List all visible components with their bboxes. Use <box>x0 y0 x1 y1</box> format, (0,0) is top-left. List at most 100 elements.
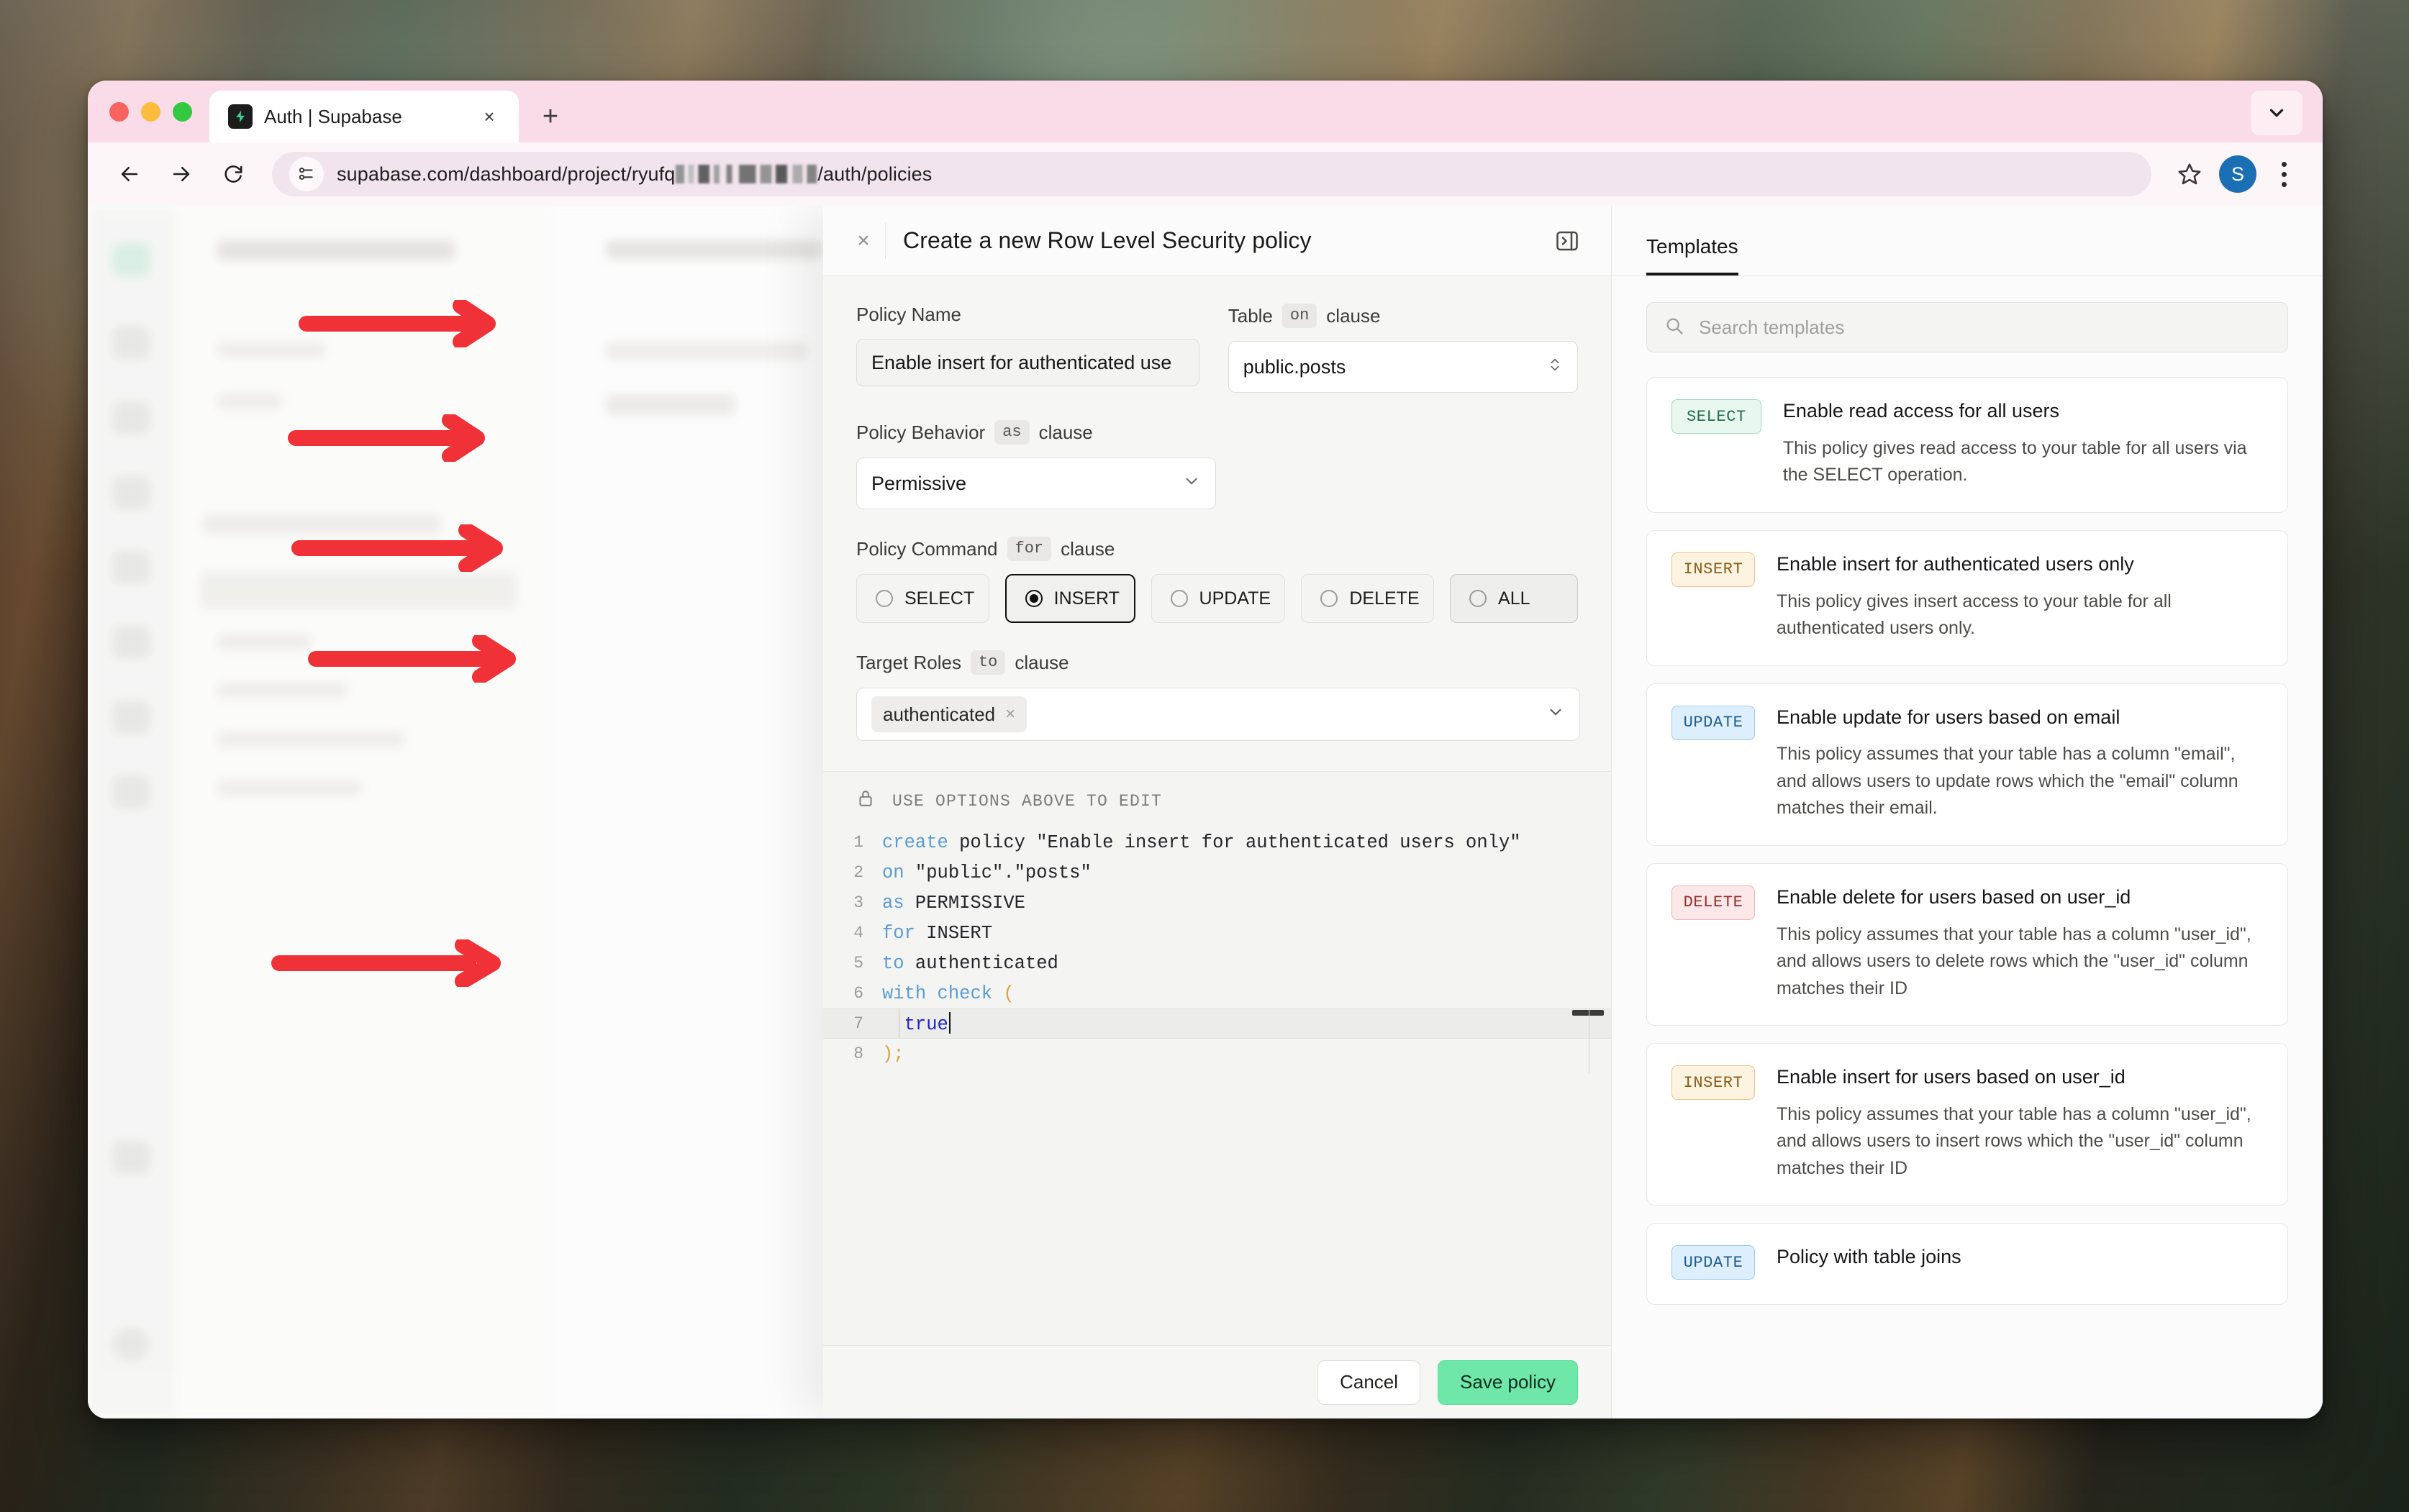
text-caret <box>948 1012 951 1034</box>
editor-banner-text: USE OPTIONS ABOVE TO EDIT <box>892 791 1163 811</box>
template-badge: SELECT <box>1671 399 1761 434</box>
window-traffic-lights <box>88 81 207 142</box>
table-field: Table on clause public.posts <box>1228 304 1578 393</box>
role-chip: authenticated × <box>871 696 1027 732</box>
code-line[interactable]: 5 to authenticated <box>823 948 1611 978</box>
policy-behavior-select[interactable]: Permissive <box>856 457 1216 509</box>
editor-scrollbar-thumb[interactable] <box>1572 1010 1604 1016</box>
arrow-target-roles <box>306 635 525 683</box>
table-select-value: public.posts <box>1243 355 1346 378</box>
policy-command-label: Policy Command <box>856 537 998 560</box>
rls-policy-overlay: × Create a new Row Level Security policy… <box>823 206 2323 1418</box>
code-line-text: on "public"."posts" <box>882 862 1092 883</box>
code-line[interactable]: 6 with check ( <box>823 978 1611 1008</box>
forward-button[interactable] <box>158 151 204 197</box>
template-card-description: This policy assumes that your table has … <box>1777 924 2251 998</box>
code-line-number: 3 <box>853 893 863 912</box>
tab-templates[interactable]: Templates <box>1646 235 1738 275</box>
sql-code-area[interactable]: 1 create policy "Enable insert for authen… <box>823 827 1611 1345</box>
close-tab-icon[interactable]: × <box>476 103 503 130</box>
template-badge: DELETE <box>1671 885 1755 920</box>
arrow-code-line-7 <box>269 939 510 987</box>
policy-command-options: SELECT INSERT UPDATE DELETE ALL <box>856 574 1579 623</box>
reload-button[interactable] <box>210 151 256 197</box>
code-line[interactable]: 4 for INSERT <box>823 918 1611 948</box>
dialog-title: Create a new Row Level Security policy <box>903 227 1312 253</box>
code-line-text: ); <box>882 1043 904 1065</box>
search-templates-input[interactable]: Search templates <box>1646 302 2288 352</box>
address-bar[interactable]: supabase.com/dashboard/project/ryufq /au… <box>272 152 2151 196</box>
template-card[interactable]: UPDATE Policy with table joins <box>1646 1223 2288 1305</box>
template-card[interactable]: UPDATE Enable update for users based on e… <box>1646 683 2288 846</box>
policy-name-input[interactable]: Enable insert for authenticated use <box>856 339 1199 386</box>
url-suffix: /auth/policies <box>817 163 933 185</box>
maximize-window-button[interactable] <box>173 101 192 122</box>
command-option-delete[interactable]: DELETE <box>1301 574 1435 623</box>
close-window-button[interactable] <box>109 101 129 122</box>
back-button[interactable] <box>106 151 153 197</box>
command-option-insert[interactable]: INSERT <box>1004 574 1135 623</box>
browser-menu-icon[interactable] <box>2264 152 2304 196</box>
policy-form-body: Policy Name Enable insert for authentica… <box>823 276 1611 1418</box>
table-clause-word: clause <box>1326 304 1381 327</box>
cancel-button[interactable]: Cancel <box>1317 1360 1421 1405</box>
save-policy-button[interactable]: Save policy <box>1438 1360 1578 1405</box>
sql-editor: USE OPTIONS ABOVE TO EDIT 1 create policy… <box>823 771 1611 1345</box>
code-line[interactable]: 7 true <box>823 1008 1611 1073</box>
code-line-text: create policy "Enable insert for authent… <box>882 832 1521 853</box>
name-and-table-row: Policy Name Enable insert for authentica… <box>856 304 1578 393</box>
tab-search-chevron-icon[interactable] <box>2251 91 2303 135</box>
code-line[interactable]: 3 as PERMISSIVE <box>823 888 1611 918</box>
template-badge: INSERT <box>1671 1065 1755 1100</box>
site-settings-icon[interactable] <box>289 157 324 191</box>
template-card[interactable]: INSERT Enable insert for authenticated us… <box>1646 529 2288 666</box>
address-bar-url: supabase.com/dashboard/project/ryufq /au… <box>337 163 932 186</box>
template-card-body: Enable insert for authenticated users on… <box>1777 552 2263 642</box>
dialog-header: × Create a new Row Level Security policy <box>823 206 1611 276</box>
template-card-body: Enable read access for all users This pol… <box>1783 399 2263 489</box>
command-option-select[interactable]: SELECT <box>856 574 989 623</box>
command-option-label: UPDATE <box>1199 588 1271 609</box>
code-line[interactable]: 1 create policy "Enable insert for authen… <box>823 827 1611 857</box>
target-roles-select[interactable]: authenticated × <box>856 688 1580 741</box>
template-card[interactable]: DELETE Enable delete for users based on u… <box>1646 862 2288 1026</box>
browser-toolbar: supabase.com/dashboard/project/ryufq /au… <box>88 142 2323 206</box>
new-tab-button[interactable]: + <box>529 95 572 138</box>
profile-avatar[interactable]: S <box>2219 155 2256 193</box>
minimize-window-button[interactable] <box>141 101 160 122</box>
role-chip-label: authenticated <box>883 703 996 725</box>
table-label: Table <box>1228 304 1273 327</box>
chevron-down-icon <box>1546 703 1565 727</box>
templates-body: Search templates SELECT Enable read acces… <box>1612 276 2323 1418</box>
roles-keyword-chip: to <box>970 650 1006 675</box>
close-dialog-icon[interactable]: × <box>845 229 882 253</box>
page-content: × Create a new Row Level Security policy… <box>88 206 2323 1418</box>
policy-behavior-section: Policy Behavior as clause Permissive <box>856 420 1578 509</box>
code-line[interactable]: 8); <box>823 1039 1611 1069</box>
remove-role-icon[interactable]: × <box>1005 704 1015 724</box>
radio-icon <box>1025 590 1043 607</box>
template-badge: UPDATE <box>1671 1245 1755 1280</box>
command-option-all[interactable]: ALL <box>1450 574 1579 623</box>
policy-behavior-value: Permissive <box>871 472 967 494</box>
template-badge: INSERT <box>1671 552 1755 587</box>
command-option-label: INSERT <box>1053 588 1120 609</box>
collapse-panel-icon[interactable] <box>1551 224 1584 258</box>
templates-list: SELECT Enable read access for all users Th… <box>1646 377 2288 1305</box>
template-card-description: This policy gives read access to your ta… <box>1782 437 2247 486</box>
command-option-update[interactable]: UPDATE <box>1151 574 1286 623</box>
template-card[interactable]: SELECT Enable read access for all users Th… <box>1646 377 2288 513</box>
browser-tab[interactable]: Auth | Supabase × <box>209 91 519 142</box>
table-select[interactable]: public.posts <box>1228 341 1578 393</box>
radio-icon <box>1170 590 1188 607</box>
template-card-description: This policy assumes that your table has … <box>1777 744 2238 819</box>
command-option-label: DELETE <box>1349 588 1420 609</box>
code-line-text: true <box>882 1012 951 1035</box>
code-line[interactable]: 2 on "public"."posts" <box>823 857 1611 888</box>
dialog-footer: Cancel Save policy <box>823 1345 1611 1418</box>
template-card[interactable]: INSERT Enable insert for users based on u… <box>1646 1043 2288 1206</box>
bookmark-star-icon[interactable] <box>2167 152 2212 196</box>
template-card-title: Enable insert for users based on user_id <box>1777 1066 2126 1088</box>
table-label-row: Table on clause <box>1228 304 1578 328</box>
code-line-number: 2 <box>853 863 863 882</box>
